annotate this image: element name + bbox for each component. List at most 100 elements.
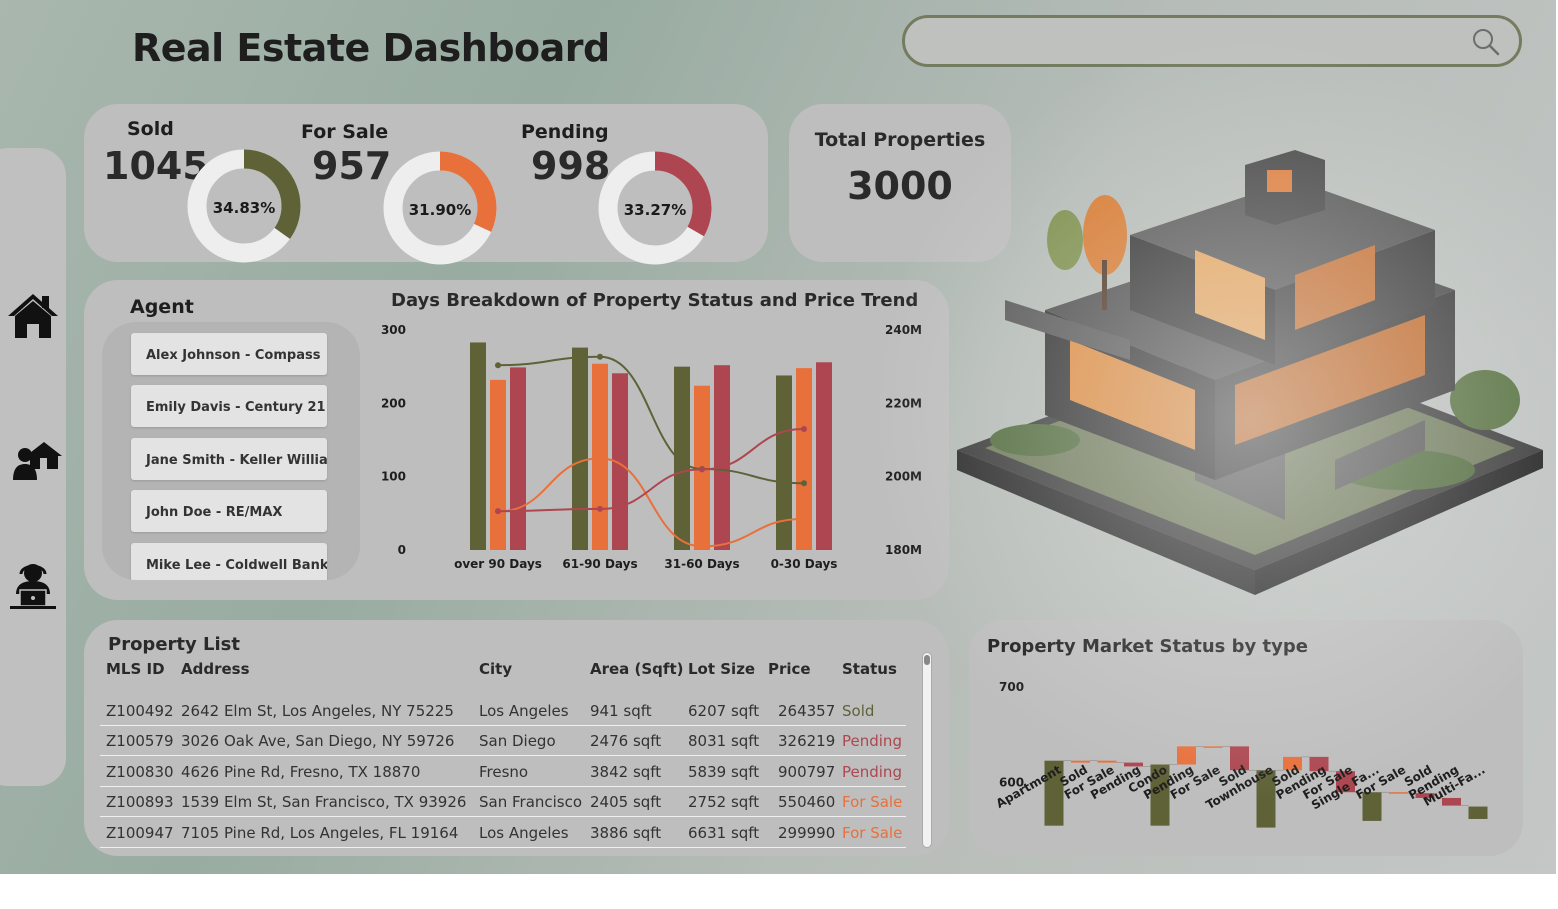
trend-point[interactable] bbox=[699, 466, 705, 473]
trend-point[interactable] bbox=[801, 515, 807, 522]
table-cell-area-sqft: 3842 sqft bbox=[590, 762, 662, 781]
trend-line bbox=[497, 355, 805, 485]
table-cell-status: For Sale bbox=[842, 823, 903, 842]
for-sale-percent: 31.90% bbox=[408, 201, 472, 219]
column-header-lot-size[interactable]: Lot Size bbox=[688, 660, 755, 678]
trend-point[interactable] bbox=[597, 353, 603, 360]
x-axis-label: 0-30 Days bbox=[771, 557, 838, 571]
support-agent-icon[interactable] bbox=[6, 558, 60, 612]
trend-point[interactable] bbox=[495, 508, 501, 515]
table-cell-lot-size: 2752 sqft bbox=[688, 793, 760, 812]
days-breakdown-title: Days Breakdown of Property Status and Pr… bbox=[391, 290, 919, 311]
column-header-city[interactable]: City bbox=[479, 660, 512, 678]
trend-point[interactable] bbox=[495, 362, 501, 369]
status-kpi-panel: Sold 1045 34.83% For Sale 957 31.90% Pen… bbox=[84, 104, 768, 265]
bar[interactable] bbox=[572, 347, 588, 550]
agent-option[interactable]: John Doe - RE/MAX bbox=[131, 490, 327, 532]
x-axis-label: over 90 Days bbox=[454, 557, 542, 571]
search-icon[interactable] bbox=[1471, 27, 1501, 57]
table-cell-price: 550460 bbox=[778, 793, 836, 812]
table-cell-price: 299990 bbox=[778, 823, 836, 842]
table-cell-lot-size: 6631 sqft bbox=[688, 823, 760, 842]
waterfall-bar[interactable] bbox=[1203, 746, 1223, 748]
market-status-panel: Property Market Status by type 700 600 Apa… bbox=[969, 620, 1523, 856]
for-sale-label: For Sale bbox=[301, 121, 389, 143]
table-cell-status: For Sale bbox=[842, 793, 903, 812]
pending-label: Pending bbox=[521, 121, 609, 143]
market-status-waterfall-chart: 700600ApartmentSoldFor SalePendingCondoP… bbox=[994, 680, 1488, 828]
agent-option[interactable]: Jane Smith - Keller Willia... bbox=[131, 438, 327, 480]
table-cell-city: Los Angeles bbox=[479, 702, 569, 720]
bar[interactable] bbox=[510, 367, 526, 550]
agent-option[interactable]: Mike Lee - Coldwell Banker bbox=[131, 543, 327, 580]
trend-point[interactable] bbox=[801, 480, 807, 487]
table-cell-mls-id: Z100947 bbox=[106, 823, 174, 842]
table-cell-city: Fresno bbox=[479, 762, 529, 781]
home-icon[interactable] bbox=[6, 290, 60, 344]
page-title: Real Estate Dashboard bbox=[132, 26, 610, 70]
bar[interactable] bbox=[796, 368, 812, 550]
table-scrollbar[interactable] bbox=[922, 652, 932, 848]
trend-point[interactable] bbox=[597, 505, 603, 512]
table-cell-area-sqft: 2405 sqft bbox=[590, 793, 662, 812]
column-header-status[interactable]: Status bbox=[842, 660, 897, 678]
agent-home-icon[interactable] bbox=[10, 436, 64, 490]
property-list-title: Property List bbox=[108, 634, 240, 655]
modern-house-illustration bbox=[957, 150, 1543, 595]
y-axis-tick: 100 bbox=[381, 470, 406, 484]
y-axis-tick: 300 bbox=[381, 323, 406, 337]
y2-axis-tick: 240M bbox=[885, 323, 922, 337]
bar[interactable] bbox=[776, 375, 792, 550]
search-bar[interactable] bbox=[902, 15, 1522, 67]
bar[interactable] bbox=[816, 362, 832, 550]
agent-title: Agent bbox=[130, 296, 194, 318]
table-cell-lot-size: 6207 sqft bbox=[688, 702, 760, 720]
column-header-address[interactable]: Address bbox=[181, 660, 250, 678]
table-row[interactable]: Z100893 1539 Elm St, San Francisco, TX 93… bbox=[100, 787, 906, 818]
trend-point[interactable] bbox=[699, 543, 705, 550]
trend-point[interactable] bbox=[597, 455, 603, 462]
table-cell-city: San Francisco bbox=[479, 793, 583, 812]
table-cell-address: 2642 Elm St, Los Angeles, NY 75225 bbox=[181, 702, 454, 720]
table-cell-area-sqft: 941 sqft bbox=[590, 702, 652, 720]
bar[interactable] bbox=[490, 379, 506, 550]
waterfall-bar[interactable] bbox=[1389, 792, 1408, 794]
column-header-price[interactable]: Price bbox=[768, 660, 811, 678]
table-row[interactable]: Z100947 7105 Pine Rd, Los Angeles, FL 191… bbox=[100, 818, 906, 848]
sidebar bbox=[0, 148, 66, 786]
table-cell-address: 1539 Elm St, San Francisco, TX 93926 bbox=[181, 793, 467, 812]
table-cell-mls-id: Z100579 bbox=[106, 732, 174, 751]
scrollbar-thumb[interactable] bbox=[924, 655, 930, 665]
y-axis-tick: 700 bbox=[999, 680, 1024, 694]
table-cell-lot-size: 5839 sqft bbox=[688, 762, 760, 781]
trend-point[interactable] bbox=[801, 426, 807, 432]
bar[interactable] bbox=[714, 365, 730, 550]
property-list-panel: Property List MLS ID Address City Area (… bbox=[84, 620, 949, 856]
waterfall-bar[interactable] bbox=[1468, 806, 1488, 819]
bar[interactable] bbox=[470, 342, 486, 550]
agent-option[interactable]: Emily Davis - Century 21 bbox=[131, 385, 327, 427]
table-cell-mls-id: Z100830 bbox=[106, 762, 174, 781]
column-header-mls[interactable]: MLS ID bbox=[106, 660, 165, 678]
table-cell-address: 7105 Pine Rd, Los Angeles, FL 19164 bbox=[181, 823, 459, 842]
waterfall-bar[interactable] bbox=[1177, 746, 1196, 765]
table-cell-price: 264357 bbox=[778, 702, 836, 720]
market-status-title: Property Market Status by type bbox=[987, 636, 1308, 657]
dashboard-canvas: Real Estate Dashboard Sold 1045 34.83% F… bbox=[0, 0, 1556, 874]
table-row[interactable]: Z100492 2642 Elm St, Los Angeles, NY 7522… bbox=[100, 696, 906, 726]
table-row[interactable]: Z100579 3026 Oak Ave, San Diego, NY 59726… bbox=[100, 726, 906, 757]
table-cell-address: 4626 Pine Rd, Fresno, TX 18870 bbox=[181, 762, 421, 781]
table-cell-lot-size: 8031 sqft bbox=[688, 732, 760, 751]
agent-option[interactable]: Alex Johnson - Compass bbox=[131, 333, 327, 375]
sold-label: Sold bbox=[127, 118, 174, 140]
sold-percent: 34.83% bbox=[212, 199, 276, 217]
waterfall-bar[interactable] bbox=[1071, 760, 1090, 763]
waterfall-bar[interactable] bbox=[1097, 760, 1117, 763]
table-row[interactable]: Z100830 4626 Pine Rd, Fresno, TX 18870 Fre… bbox=[100, 757, 906, 787]
total-properties-label: Total Properties bbox=[814, 129, 986, 151]
y-axis-tick: 200 bbox=[381, 396, 406, 410]
pending-percent: 33.27% bbox=[623, 201, 687, 219]
column-header-area[interactable]: Area (Sqft) bbox=[590, 660, 683, 678]
table-cell-area-sqft: 3886 sqft bbox=[590, 823, 662, 842]
trend-line bbox=[497, 457, 805, 548]
